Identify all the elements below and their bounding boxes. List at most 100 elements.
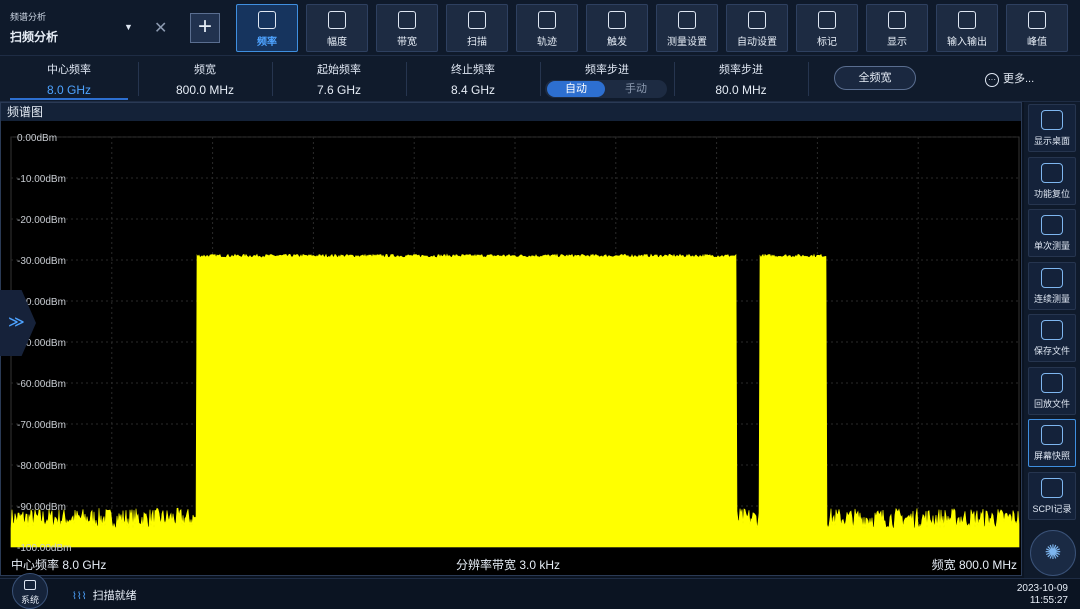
toolbar-button-1[interactable]: 幅度: [306, 4, 368, 52]
start-frequency-param[interactable]: 起始频率 7.6 GHz: [272, 56, 406, 102]
sidebar-label: SCPI记录: [1032, 503, 1072, 514]
mode-selector[interactable]: 频谱分析 扫频分析 ▼ ✕: [0, 0, 180, 56]
toolbar-button-9[interactable]: 显示: [866, 4, 928, 52]
y-tick-label: -100.00dBm: [17, 543, 71, 554]
toolbar-button-11[interactable]: 峰值: [1006, 4, 1068, 52]
sidebar-button-3[interactable]: 连续测量: [1028, 261, 1076, 310]
step-manual-option[interactable]: 手动: [607, 81, 665, 97]
system-button[interactable]: 系统: [12, 573, 48, 609]
auto-setup-icon: [748, 11, 766, 29]
toolbar-button-0[interactable]: 频率: [236, 4, 298, 52]
top-toolbar: 频谱分析 扫频分析 ▼ ✕ + 频率 幅度 带宽 扫描 轨迹 触发 测量设置 自动设置 标记 显示…: [0, 0, 1080, 56]
sidebar-button-6[interactable]: 屏幕快照: [1028, 419, 1076, 467]
sidebar-label: 功能复位: [1033, 188, 1070, 199]
center-frequency-label: 中心频率: [47, 64, 91, 76]
panel-title: 频谱图: [1, 103, 1021, 121]
toolbar-button-8[interactable]: 标记: [796, 4, 858, 52]
sidebar-button-0[interactable]: 显示桌面: [1028, 104, 1076, 152]
toolbar-button-7[interactable]: 自动设置: [726, 4, 788, 52]
measure-setup-icon: [678, 11, 696, 29]
home-icon: [1041, 110, 1063, 130]
start-frequency-label: 起始频率: [317, 64, 361, 76]
panel-footer: 中心频率 8.0 GHz 分辨率带宽 3.0 kHz 频宽 800.0 MHz: [1, 555, 1021, 575]
toolbar-button-5[interactable]: 触发: [586, 4, 648, 52]
bandwidth-icon: [398, 11, 416, 29]
amplitude-icon: [328, 11, 346, 29]
frequency-step-label: 频率步进: [719, 64, 763, 76]
stop-frequency-label: 终止频率: [451, 64, 495, 76]
more-label: 更多...: [1003, 73, 1035, 85]
y-tick-label: -70.00dBm: [17, 420, 66, 431]
sweep-icon: [468, 11, 486, 29]
frequency-step-value: 80.0 MHz: [715, 83, 767, 97]
footer-rbw: 分辨率带宽 3.0 kHz: [456, 558, 561, 572]
toolbar-button-10[interactable]: 输入输出: [936, 4, 998, 52]
date: 2023-10-09: [1016, 583, 1068, 594]
display-icon: [888, 11, 906, 29]
more-icon: ···: [985, 73, 999, 87]
trigger-icon: [608, 11, 626, 29]
sidebar-button-5[interactable]: 回放文件: [1028, 366, 1076, 415]
y-tick-label: -60.00dBm: [17, 379, 66, 390]
frequency-icon: [258, 11, 276, 29]
toolbar-button-2[interactable]: 带宽: [376, 4, 438, 52]
trace-icon: [538, 11, 556, 29]
waveform-icon: ⌇⌇⌇: [72, 591, 87, 602]
system-icon: [24, 580, 36, 590]
time: 11:55:27: [1029, 595, 1068, 606]
spectrum-trace: [10, 253, 1020, 548]
toolbar-button-4[interactable]: 轨迹: [516, 4, 578, 52]
active-underline: [10, 98, 128, 100]
toolbar-label: 幅度: [327, 37, 347, 48]
io-icon: [958, 11, 976, 29]
toolbar-label: 输入输出: [947, 37, 987, 48]
parameter-bar: 中心频率 8.0 GHz 频宽 800.0 MHz 起始频率 7.6 GHz 终…: [0, 56, 1080, 102]
double-chevron-right-icon: ≫: [8, 314, 25, 331]
right-sidebar: 显示桌面功能复位单次测量连续测量 保存文件 回放文件 屏幕快照 SCPI记录: [1024, 102, 1080, 578]
y-tick-label: -30.00dBm: [17, 256, 66, 267]
toolbar-label: 测量设置: [667, 37, 707, 48]
save-icon: [1041, 320, 1063, 340]
chevron-down-icon[interactable]: ▼: [124, 22, 133, 32]
sidebar-button-2[interactable]: 单次测量: [1028, 209, 1076, 257]
more-button[interactable]: ··· 更多...: [985, 70, 1034, 87]
toolbar-button-3[interactable]: 扫描: [446, 4, 508, 52]
footer-span: 频宽 800.0 MHz: [931, 558, 1017, 572]
close-icon[interactable]: ✕: [154, 18, 167, 38]
spectrum-panel: 频谱图 0.00dBm -10.00dBm -20.00dBm -30.00dBm -4…: [0, 102, 1022, 576]
add-mode-button[interactable]: +: [190, 13, 220, 43]
center-frequency-param[interactable]: 中心频率 8.0 GHz: [0, 56, 138, 102]
span-value: 800.0 MHz: [175, 83, 235, 97]
single-measure-icon: [1041, 215, 1063, 235]
scpi-icon: [1041, 477, 1063, 498]
span-param[interactable]: 频宽 800.0 MHz: [138, 56, 272, 102]
sidebar-button-7[interactable]: SCPI记录: [1028, 471, 1076, 520]
y-tick-label: -20.00dBm: [17, 215, 66, 226]
sidebar-label: 单次测量: [1033, 241, 1070, 251]
step-auto-option[interactable]: 自动: [547, 81, 605, 97]
camera-icon: [1041, 425, 1063, 445]
toolbar-label: 触发: [607, 37, 627, 48]
toolbar-label: 频率: [257, 37, 277, 48]
stop-frequency-param[interactable]: 终止频率 8.4 GHz: [406, 56, 540, 102]
toolbar-button-6[interactable]: 测量设置: [656, 4, 718, 52]
sidebar-button-1[interactable]: 功能复位: [1028, 156, 1076, 205]
peak-icon: [1028, 11, 1046, 29]
toolbar-label: 标记: [817, 37, 837, 48]
span-label: 频宽: [194, 64, 216, 76]
app-menu-logo-icon[interactable]: ✺: [1030, 530, 1076, 576]
center-frequency-value: 8.0 GHz: [46, 83, 91, 97]
y-tick-label: -80.00dBm: [17, 461, 66, 472]
toolbar-label: 自动设置: [737, 37, 777, 48]
step-mode-toggle[interactable]: 自动 手动: [545, 80, 667, 98]
y-tick-label: -10.00dBm: [17, 174, 66, 185]
full-span-button[interactable]: 全频宽: [834, 66, 916, 90]
spectrum-plot[interactable]: 0.00dBm-10.00dBm-20.00dBm-30.00dBm-40.00…: [1, 121, 1021, 557]
frequency-step-param[interactable]: 频率步进 80.0 MHz: [674, 56, 808, 102]
marker-icon: [818, 11, 836, 29]
sidebar-button-4[interactable]: 保存文件: [1028, 314, 1076, 362]
y-tick-label: -90.00dBm: [17, 502, 66, 513]
reset-icon: [1041, 162, 1063, 183]
toolbar-label: 显示: [887, 37, 907, 48]
y-tick-label: 0.00dBm: [17, 133, 57, 144]
